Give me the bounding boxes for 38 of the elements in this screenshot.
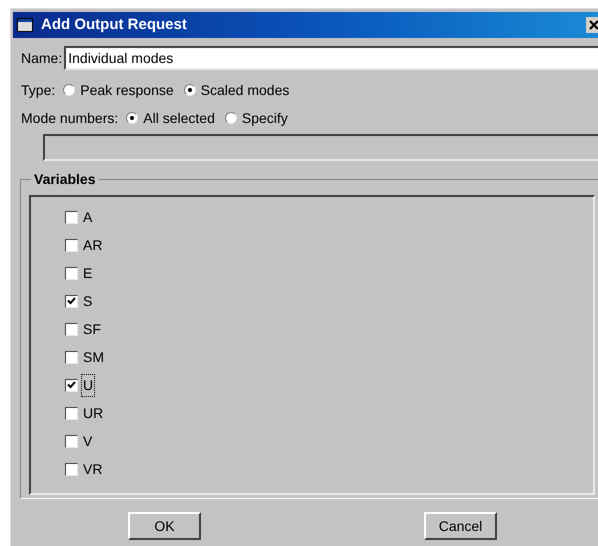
radio-label[interactable]: All selected <box>143 108 215 128</box>
checkbox-label[interactable]: U <box>81 374 96 396</box>
checkbox-label[interactable]: SM <box>81 346 106 368</box>
checkbox[interactable] <box>65 434 78 448</box>
dialog-button[interactable]: Cancel <box>424 512 497 540</box>
checkbox-label[interactable]: S <box>81 290 94 312</box>
radio-button[interactable] <box>184 84 196 96</box>
checkbox-label[interactable]: E <box>81 262 94 284</box>
field-label: Mode numbers: <box>21 108 118 128</box>
checkbox[interactable] <box>65 350 78 364</box>
close-icon[interactable] <box>586 17 598 33</box>
radio-button[interactable] <box>63 84 76 96</box>
checkbox[interactable] <box>65 266 78 280</box>
checkbox-label[interactable]: A <box>81 206 94 228</box>
checkbox[interactable] <box>65 238 78 252</box>
radio-button[interactable] <box>224 112 237 124</box>
radio-label[interactable]: Peak response <box>80 80 174 100</box>
checkbox[interactable] <box>65 322 78 336</box>
radio-label[interactable]: Scaled modes <box>200 80 290 100</box>
checkbox-label[interactable]: VR <box>81 458 104 480</box>
checkbox[interactable] <box>65 462 78 476</box>
dialog-button[interactable]: OK <box>128 512 201 540</box>
name-field[interactable]: Individual modes <box>64 46 598 70</box>
checkbox[interactable] <box>65 294 78 308</box>
field-label: Name: <box>21 48 62 68</box>
radio-button[interactable] <box>126 112 138 124</box>
checkbox-label[interactable]: UR <box>81 402 106 424</box>
checkbox[interactable] <box>65 210 78 224</box>
checkbox-label[interactable]: SF <box>81 318 103 340</box>
checkbox-label[interactable]: AR <box>81 234 104 256</box>
checkbox[interactable] <box>65 406 78 420</box>
checkbox[interactable] <box>65 378 78 392</box>
specify-field[interactable] <box>43 134 598 161</box>
field-label: Type: <box>21 80 56 100</box>
window-title: Add Output Request <box>41 14 187 35</box>
checkbox-label[interactable]: V <box>81 430 94 452</box>
window-icon <box>17 18 33 32</box>
radio-label[interactable]: Specify <box>242 108 288 128</box>
